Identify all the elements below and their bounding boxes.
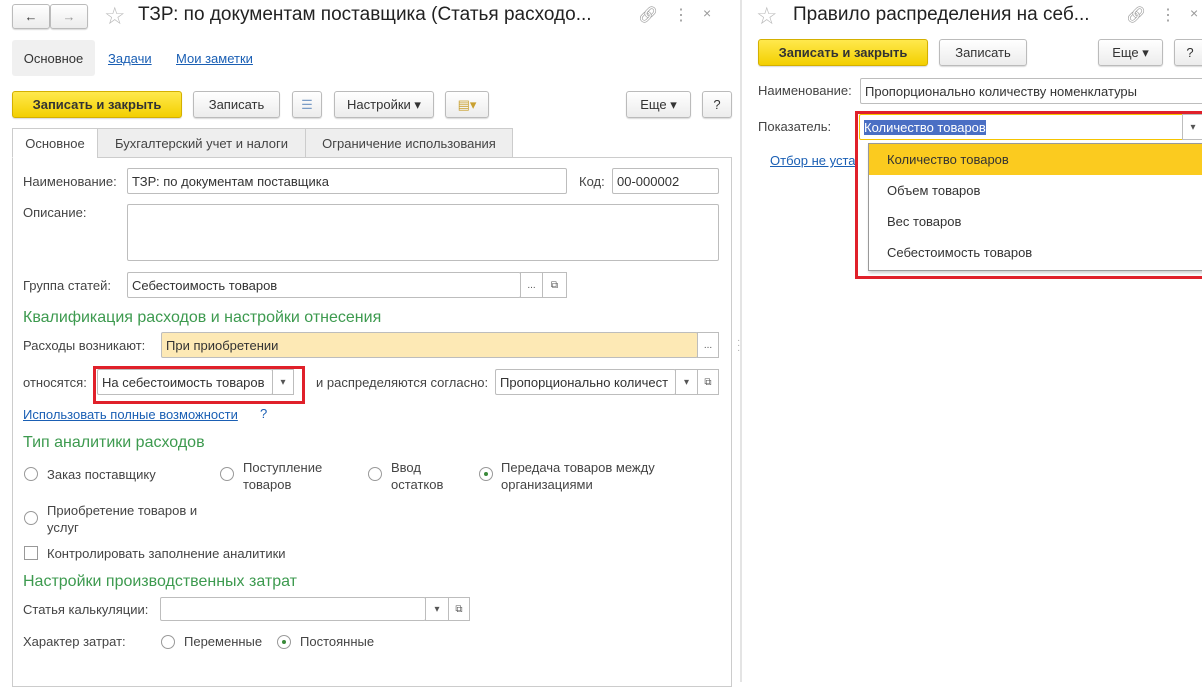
save-button[interactable]: Записать	[939, 39, 1027, 66]
close-icon[interactable]: ×	[703, 5, 711, 21]
radio-label: Приобретение товаров и услуг	[47, 503, 198, 535]
save-close-button[interactable]: Записать и закрыть	[758, 39, 928, 66]
radio-receipt[interactable]	[220, 467, 234, 481]
radio-balance[interactable]	[368, 467, 382, 481]
calc-input[interactable]	[160, 597, 426, 621]
help-button[interactable]: ?	[1174, 39, 1202, 66]
name-label: Наименование:	[758, 83, 852, 98]
help-button[interactable]: ?	[702, 91, 732, 118]
description-input[interactable]	[127, 204, 719, 261]
back-button[interactable]: ←	[12, 4, 50, 29]
code-label: Код:	[579, 174, 605, 189]
nav-tab-main[interactable]: Основное	[12, 40, 95, 76]
radio-label: Переменные	[184, 634, 263, 649]
section-production: Настройки производственных затрат	[23, 573, 297, 590]
cost-label: Характер затрат:	[23, 634, 126, 649]
window-title: ТЗР: по документам поставщика (Статья ра…	[138, 4, 592, 25]
radio-variable[interactable]	[161, 635, 175, 649]
radio-supplier-order[interactable]	[24, 467, 38, 481]
link-icon[interactable]: 🔗︎	[638, 5, 658, 25]
radio-label: Заказ поставщику	[47, 467, 156, 482]
nav-tab-tasks[interactable]: Задачи	[108, 51, 152, 66]
save-close-button[interactable]: Записать и закрыть	[12, 91, 182, 118]
name-input[interactable]: ТЗР: по документам поставщика	[127, 168, 567, 194]
description-label: Описание:	[23, 205, 87, 220]
radio-label: Передача товаров между организациями	[501, 460, 655, 492]
open-icon[interactable]: ⧉	[542, 272, 567, 298]
tab-accounting[interactable]: Бухгалтерский учет и налоги	[97, 128, 306, 158]
section-qualification: Квалификация расходов и настройки отнесе…	[23, 309, 382, 326]
code-input[interactable]: 00-000002	[612, 168, 719, 194]
more-button[interactable]: Еще ▾	[626, 91, 691, 118]
distrib-label: и распределяются согласно:	[316, 375, 489, 390]
tab-main[interactable]: Основное	[12, 128, 98, 158]
select-button[interactable]: ...	[520, 272, 543, 298]
highlight-box	[855, 111, 1202, 279]
star-icon[interactable]: ☆	[104, 2, 126, 31]
arise-input[interactable]: При приобретении	[161, 332, 698, 358]
name-input[interactable]: Пропорционально количеству номенклатуры	[860, 78, 1202, 104]
group-label: Группа статей:	[23, 278, 111, 293]
arise-select-button[interactable]: ...	[697, 332, 719, 358]
group-input[interactable]: Себестоимость товаров	[127, 272, 521, 298]
control-checkbox[interactable]	[24, 546, 38, 560]
save-button[interactable]: Записать	[193, 91, 280, 118]
chevron-down-icon[interactable]: ▾	[675, 369, 698, 395]
highlight-box	[93, 366, 305, 404]
more-button[interactable]: Еще ▾	[1098, 39, 1163, 66]
nav-tab-notes[interactable]: Мои заметки	[176, 51, 253, 66]
forward-button[interactable]: →	[50, 4, 88, 29]
open-icon[interactable]: ⧉	[448, 597, 470, 621]
radio-label: Постоянные	[300, 634, 375, 649]
list-icon[interactable]: ☰	[292, 91, 322, 118]
filter-link[interactable]: Отбор не уста	[770, 153, 856, 168]
more-dots-icon[interactable]: ⋮	[673, 5, 689, 25]
chevron-down-icon[interactable]: ▾	[425, 597, 449, 621]
checkbox-label: Контролировать заполнение аналитики	[47, 546, 286, 561]
radio-label: Ввод остатков	[391, 460, 444, 492]
indicator-label: Показатель:	[758, 119, 832, 134]
arise-label: Расходы возникают:	[23, 338, 146, 353]
help-icon[interactable]: ?	[260, 406, 267, 421]
distrib-input[interactable]: Пропорционально количест	[495, 369, 676, 395]
full-features-link[interactable]: Использовать полные возможности	[23, 407, 238, 422]
section-analytics: Тип аналитики расходов	[23, 434, 205, 451]
open-icon[interactable]: ⧉	[697, 369, 719, 395]
splitter-handle[interactable]: · · ·	[737, 336, 740, 356]
link-icon[interactable]: 🔗︎	[1126, 5, 1146, 25]
star-icon[interactable]: ☆	[756, 2, 778, 31]
radio-fixed[interactable]	[277, 635, 291, 649]
window-title: Правило распределения на себ...	[793, 4, 1090, 25]
radio-purchase[interactable]	[24, 511, 38, 525]
more-dots-icon[interactable]: ⋮	[1160, 5, 1176, 25]
name-label: Наименование:	[23, 174, 117, 189]
radio-transfer[interactable]	[479, 467, 493, 481]
calc-label: Статья калькуляции:	[23, 602, 149, 617]
close-icon[interactable]: ×	[1190, 5, 1198, 21]
report-icon[interactable]: ▤▾	[445, 91, 489, 118]
radio-label: Поступление товаров	[243, 460, 323, 492]
settings-button[interactable]: Настройки ▾	[334, 91, 434, 118]
relate-label: относятся:	[23, 375, 87, 390]
tab-restrictions[interactable]: Ограничение использования	[305, 128, 513, 158]
